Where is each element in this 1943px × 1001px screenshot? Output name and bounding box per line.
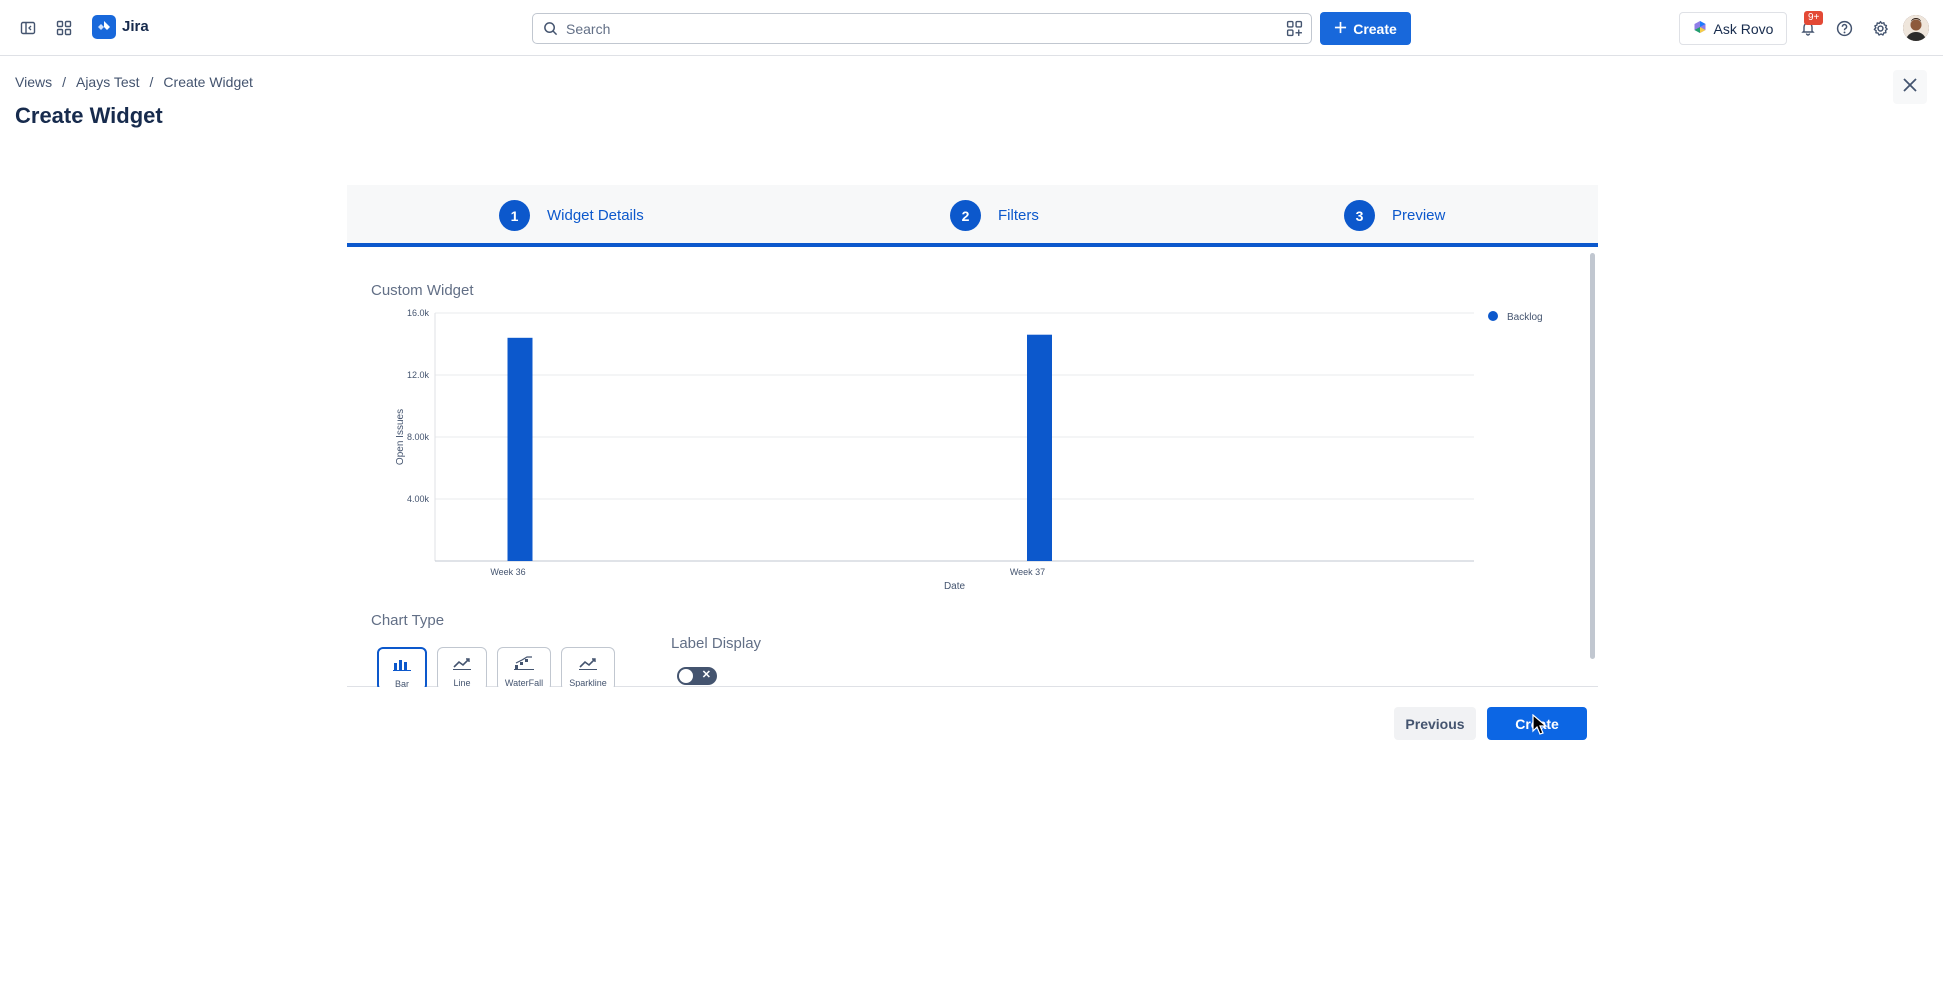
breadcrumb-item-project[interactable]: Ajays Test [76,74,140,90]
avatar[interactable] [1903,15,1929,41]
app-name[interactable]: Jira [122,18,149,35]
breadcrumb-item-current: Create Widget [163,74,253,90]
y-tick-label: 8.00k [407,432,430,442]
chart-type-label: Line [453,678,471,687]
ask-rovo-button[interactable]: Ask Rovo [1679,12,1787,45]
chart-type-waterfall-button[interactable]: WaterFall [497,647,551,687]
breadcrumb-separator: / [62,74,66,90]
close-button[interactable] [1893,70,1927,104]
step-number: 2 [950,200,981,231]
scrollbar[interactable] [1590,253,1595,659]
mouse-cursor-icon [1532,713,1548,741]
sparkline-chart-icon [578,656,598,675]
app-switcher-icon[interactable] [50,14,78,42]
breadcrumb-item-views[interactable]: Views [15,74,52,90]
step-widget-details[interactable]: 1 Widget Details [499,200,644,231]
rovo-icon [1693,20,1707,37]
legend-label: Backlog [1507,312,1543,323]
plus-icon [1334,21,1347,37]
filter-icon[interactable] [1286,20,1303,42]
step-filters[interactable]: 2 Filters [950,200,1039,231]
toggle-knob [679,669,693,683]
step-number: 1 [499,200,530,231]
bar-chart: 4.00k 8.00k 12.0k 16.0k Week 36 Week 37 Date Op… [395,308,1543,592]
waterfall-chart-icon [513,656,535,675]
label-display-label: Label Display [671,635,762,652]
rovo-label: Ask Rovo [1713,20,1774,37]
y-axis-label: Open Issues [395,409,406,465]
toggle-off-icon: ✕ [701,669,711,681]
x-axis-label: Date [944,581,966,592]
chart-type-label: WaterFall [504,678,544,687]
help-icon[interactable] [1830,14,1858,42]
chart-type-sparkline-button[interactable]: Sparkline [561,647,615,687]
sidebar-toggle-icon[interactable] [14,14,42,42]
chart-type-label: Sparkline [569,678,607,687]
bar-chart-icon [392,657,412,676]
step-number: 3 [1344,200,1375,231]
chart-type-bar-button[interactable]: Bar [377,647,427,687]
wizard-steps: 1 Widget Details 2 Filters 3 Preview [347,185,1598,247]
label-display-toggle[interactable]: ✕ [677,667,717,685]
top-navigation: Jira Search Create Ask Rovo 9+ [0,0,1943,56]
close-icon [1902,77,1918,98]
search-input[interactable]: Search [532,13,1312,44]
chart-type-label: Bar [394,679,409,687]
notification-badge: 9+ [1804,11,1824,25]
page-title: Create Widget [15,103,163,128]
previous-button[interactable]: Previous [1394,707,1476,740]
chart-bar [507,337,533,561]
breadcrumb: Views / Ajays Test / Create Widget [15,74,253,90]
search-placeholder: Search [566,21,611,37]
y-tick-label: 4.00k [407,494,430,504]
widget-details-content: Custom Widget 4.00k 8.00k 12.0k 16.0k Week 3… [347,247,1598,687]
gear-icon[interactable] [1866,14,1894,42]
legend-marker [1488,311,1498,321]
chart-bar [1027,334,1052,561]
y-tick-label: 12.0k [407,370,430,380]
step-label: Widget Details [547,207,644,224]
breadcrumb-separator: / [149,74,154,90]
x-tick-label: Week 36 [490,567,525,577]
create-widget-wizard: 1 Widget Details 2 Filters 3 Preview Cus… [347,185,1598,687]
create-button[interactable]: Create [1320,12,1411,45]
jira-logo-icon[interactable] [92,15,116,39]
line-chart-icon [452,656,472,675]
y-tick-label: 16.0k [407,308,430,318]
create-label: Create [1353,20,1397,37]
chart-type-line-button[interactable]: Line [437,647,487,687]
step-label: Preview [1392,207,1446,224]
step-preview[interactable]: 3 Preview [1344,200,1445,231]
search-icon [543,21,558,41]
step-label: Filters [998,207,1039,224]
chart-type-label: Chart Type [371,612,445,629]
x-tick-label: Week 37 [1010,567,1045,577]
